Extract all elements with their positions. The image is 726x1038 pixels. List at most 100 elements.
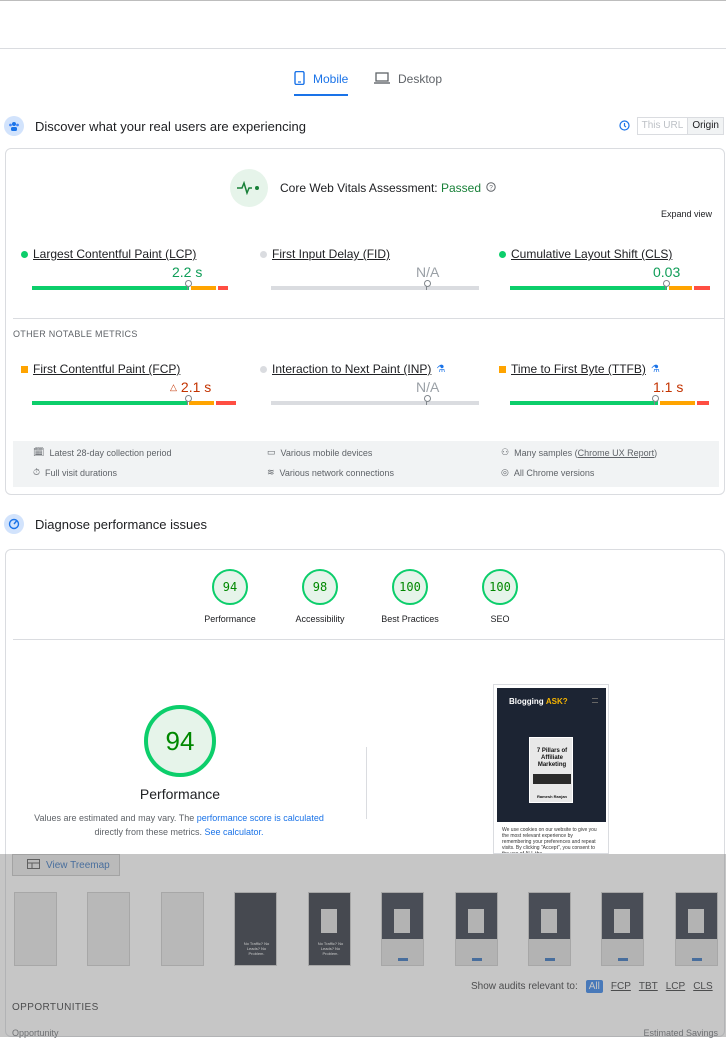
- metric-fid-distribution: [271, 286, 479, 290]
- tab-divider: [0, 98, 726, 99]
- tab-desktop[interactable]: Desktop: [374, 62, 442, 96]
- vitals-pulse-icon: [230, 169, 268, 207]
- metric-fid-marker: [424, 280, 431, 290]
- samples-icon: ⚇: [501, 447, 510, 457]
- metric-inp: Interaction to Next Paint (INP) ⚗ N/A: [260, 362, 479, 405]
- desktop-icon: [374, 71, 390, 87]
- metric-fcp: First Contentful Paint (FCP) △ 2.1 s: [21, 362, 236, 405]
- screenshot-book-cover: 7 Pillars of Affiliate Marketing Ramesh …: [529, 737, 573, 803]
- performance-score-link[interactable]: performance score is calculated: [197, 813, 324, 823]
- lab-data-header: Diagnose performance issues: [0, 511, 726, 537]
- metric-cls-name[interactable]: Cumulative Layout Shift (CLS): [511, 247, 672, 261]
- screenshot-cookie-text: We use cookies on our website to give yo…: [502, 827, 597, 854]
- flask-icon: ⚗: [650, 363, 660, 375]
- tab-desktop-label: Desktop: [398, 72, 443, 86]
- metric-fcp-value-wrap: △ 2.1 s: [170, 379, 211, 395]
- screenshot-hero: Blogging ASK? 7 Pillars of Affiliate Mar…: [497, 688, 606, 822]
- collection-network: Various network connections: [279, 467, 394, 478]
- warning-triangle-icon: △: [170, 381, 177, 392]
- metric-lcp: Largest Contentful Paint (LCP) 2.2 s: [21, 247, 233, 290]
- score-label-best-practices: Best Practices: [381, 614, 439, 624]
- cwv-assessment-label: Core Web Vitals Assessment:: [280, 180, 438, 195]
- collection-samples-end: ): [654, 447, 658, 458]
- performance-big-label: Performance: [139, 786, 221, 802]
- score-label-performance: Performance: [204, 614, 256, 624]
- cwv-assessment-text: Core Web Vitals Assessment: Passed ?: [280, 180, 497, 196]
- expand-view-link[interactable]: Expand view: [661, 209, 712, 219]
- book-band: [533, 774, 571, 784]
- field-data-header: Discover what your real users are experi…: [0, 113, 726, 139]
- metric-lcp-name[interactable]: Largest Contentful Paint (LCP): [33, 247, 196, 261]
- metric-fid: First Input Delay (FID) N/A: [260, 247, 479, 290]
- score-note: Values are estimated and may vary. The p…: [26, 811, 332, 839]
- info-icon[interactable]: [619, 120, 630, 134]
- metric-fcp-value: 2.1 s: [180, 379, 212, 395]
- score-gauge-accessibility[interactable]: 98: [302, 569, 338, 605]
- metric-ttfb-marker: [652, 395, 659, 405]
- metric-ttfb-distribution: [510, 401, 718, 405]
- screenshot-brand-accent: ASK?: [545, 697, 568, 706]
- status-dot-good: [499, 250, 506, 258]
- metric-fcp-distribution: [32, 401, 240, 405]
- score-label-accessibility: Accessibility: [295, 614, 345, 624]
- wifi-icon: ≋: [267, 467, 275, 477]
- metric-fid-value: N/A: [416, 264, 440, 280]
- final-screenshot: Blogging ASK? 7 Pillars of Affiliate Mar…: [493, 684, 609, 854]
- status-dot-good: [21, 250, 28, 258]
- collection-durations: Full visit durations: [45, 467, 118, 478]
- metric-lcp-marker: [185, 280, 192, 290]
- dim-overlay: [0, 854, 726, 1037]
- score-gauge-performance[interactable]: 94: [212, 569, 248, 605]
- devices-icon: ▭: [267, 447, 276, 457]
- metric-cls-distribution: [510, 286, 718, 290]
- field-data-card: Core Web Vitals Assessment: Passed ? Exp…: [5, 148, 725, 495]
- metric-fid-name[interactable]: First Input Delay (FID): [272, 247, 390, 261]
- see-calculator-link[interactable]: See calculator.: [204, 827, 263, 837]
- section-divider: [13, 318, 724, 319]
- metric-cls-value: 0.03: [653, 264, 681, 280]
- screenshot-brand-text: Blogging: [509, 697, 544, 706]
- menu-icon: [592, 698, 598, 703]
- field-data-title: Discover what your real users are experi…: [35, 118, 306, 134]
- vertical-separator: [366, 747, 367, 819]
- status-dot-na: [260, 250, 267, 258]
- metric-inp-distribution: [271, 401, 479, 405]
- calendar-icon: 🗓: [33, 447, 45, 457]
- cwv-status: Passed: [440, 180, 481, 195]
- svg-text:?: ?: [490, 185, 494, 192]
- score-note-pre: Values are estimated and may vary. The: [34, 813, 197, 823]
- book-title: 7 Pillars of Affiliate Marketing: [536, 748, 568, 768]
- collection-versions: All Chrome versions: [513, 467, 595, 478]
- chrome-ux-report-link[interactable]: Chrome UX Report: [578, 448, 655, 458]
- device-tabs: Mobile Desktop: [0, 62, 726, 98]
- lab-data-title: Diagnose performance issues: [35, 516, 207, 532]
- flask-icon: ⚗: [436, 363, 446, 375]
- collection-devices: Various mobile devices: [280, 447, 373, 458]
- top-bar: [0, 0, 726, 49]
- collection-info: 🗓 Latest 28-day collection period ▭ Variou…: [13, 441, 719, 487]
- users-icon: [4, 116, 24, 136]
- metric-fcp-name[interactable]: First Contentful Paint (FCP): [33, 362, 180, 376]
- help-icon[interactable]: ?: [486, 181, 497, 195]
- performance-big-gauge: 94: [144, 705, 216, 777]
- metric-cls-marker: [663, 280, 670, 290]
- status-square-average: [21, 365, 28, 373]
- score-label-seo: SEO: [490, 614, 510, 624]
- origin-toggle[interactable]: Origin: [688, 117, 724, 135]
- metric-inp-name[interactable]: Interaction to Next Paint (INP): [272, 362, 431, 376]
- gauge-icon: [4, 514, 24, 534]
- tab-mobile[interactable]: Mobile: [294, 62, 349, 96]
- book-author: Ramesh Ranjan: [536, 794, 567, 799]
- score-gauge-best-practices[interactable]: 100: [392, 569, 428, 605]
- score-gauge-seo[interactable]: 100: [482, 569, 518, 605]
- cwv-assessment: Core Web Vitals Assessment: Passed ?: [230, 169, 497, 207]
- collection-samples: Many samples (: [514, 447, 578, 458]
- status-square-average: [499, 365, 506, 373]
- metric-lcp-distribution: [32, 286, 240, 290]
- metric-ttfb-name[interactable]: Time to First Byte (TTFB): [511, 362, 646, 376]
- this-url-toggle[interactable]: This URL: [636, 117, 689, 135]
- mobile-icon: [294, 70, 305, 88]
- metric-ttfb: Time to First Byte (TTFB) ⚗ 1.1 s: [499, 362, 711, 405]
- score-note-mid: directly from these metrics.: [94, 827, 205, 837]
- collection-period: Latest 28-day collection period: [49, 447, 172, 458]
